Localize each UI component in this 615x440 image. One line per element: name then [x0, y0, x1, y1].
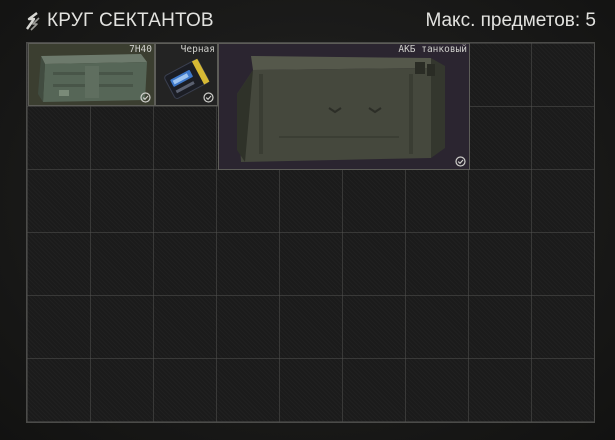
found-in-raid-check-icon [140, 92, 151, 103]
item-slot-black-keycard[interactable]: Черная [155, 43, 218, 106]
page-title: КРУГ СЕКТАНТОВ [47, 10, 214, 31]
header-title-group: КРУГ СЕКТАНТОВ [23, 8, 214, 34]
item-label: Черная [180, 44, 215, 55]
item-slot-7h40[interactable]: 7H40 [28, 43, 155, 106]
max-items-counter: Макс. предметов: 5 [425, 10, 596, 31]
found-in-raid-check-icon [455, 156, 466, 167]
cult-circle-icon [26, 12, 40, 31]
tank-battery-icon [219, 44, 469, 169]
item-label: АКБ танковый [398, 44, 467, 55]
item-label: 7H40 [129, 44, 152, 55]
item-slot-tank-battery[interactable]: АКБ танковый [218, 43, 470, 170]
found-in-raid-check-icon [203, 92, 214, 103]
